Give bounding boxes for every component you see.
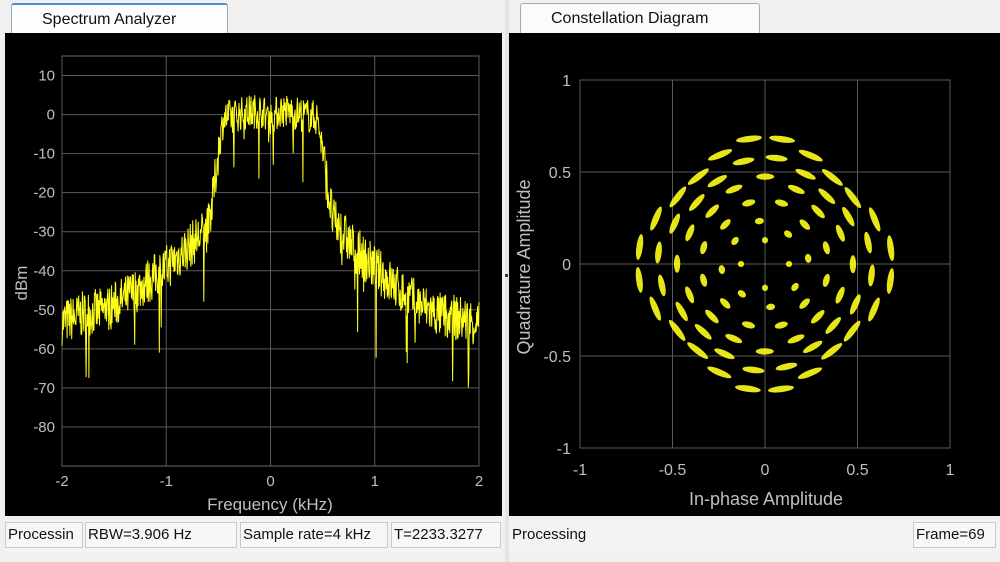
x-tick-label: -1 <box>573 462 587 479</box>
spectrum-status-bar: Processin RBW=3.906 Hz Sample rate=4 kHz… <box>5 520 502 552</box>
y-tick-label: 0.5 <box>549 165 571 182</box>
spectrum-xlabel: Frequency (kHz) <box>207 495 333 514</box>
sample-rate-status: Sample rate=4 kHz <box>240 522 388 548</box>
constellation-point <box>755 348 774 355</box>
processing-status: Processin <box>5 522 83 548</box>
spectrum-y-ticks: 10 0 -10 -20 -30 -40 -50 -60 -70 -80 <box>33 68 55 436</box>
constellation-status-bar: Processing Frame=69 <box>509 520 1000 552</box>
tab-spectrum-analyzer[interactable]: Spectrum Analyzer <box>11 3 228 33</box>
y-tick-label: -30 <box>33 224 55 241</box>
tab-constellation-diagram[interactable]: Constellation Diagram <box>520 3 760 33</box>
y-tick-label: -10 <box>33 146 55 163</box>
x-tick-label: 1 <box>371 473 379 490</box>
constellation-ylabel: Quadrature Amplitude <box>514 179 534 354</box>
constellation-chart[interactable]: 1 0.5 0 -0.5 -1 -1 -0.5 0 0.5 1 In-phase Amplitu… <box>509 33 1000 516</box>
y-tick-label: 10 <box>38 68 55 85</box>
frame-status: Frame=69 <box>913 522 996 548</box>
x-tick-label: 0.5 <box>846 462 868 479</box>
y-tick-label: 1 <box>562 73 571 90</box>
constellation-point <box>673 254 681 273</box>
tab-label: Constellation Diagram <box>551 10 709 27</box>
spectrum-plot-area: 10 0 -10 -20 -30 -40 -50 -60 -70 -80 -2 -1 0 1 2 Freq… <box>5 33 502 516</box>
constellation-y-ticks: 1 0.5 0 -0.5 -1 <box>543 73 571 458</box>
x-tick-label: 2 <box>475 473 483 490</box>
spectrum-analyzer-panel: Spectrum Analyzer 10 0 -10 -20 -30 -40 -50 -60-… <box>0 0 505 562</box>
spectrum-x-ticks: -2 -1 0 1 2 <box>55 473 483 490</box>
y-tick-label: -60 <box>33 341 55 358</box>
y-tick-label: -50 <box>33 302 55 319</box>
y-tick-label: 0 <box>47 107 55 124</box>
y-tick-label: -0.5 <box>543 349 571 366</box>
constellation-point <box>737 261 745 267</box>
x-tick-label: 1 <box>946 462 955 479</box>
constellation-point <box>762 284 768 291</box>
y-tick-label: -70 <box>33 380 55 397</box>
rbw-status: RBW=3.906 Hz <box>85 522 237 548</box>
y-tick-label: -20 <box>33 185 55 202</box>
constellation-x-ticks: -1 -0.5 0 0.5 1 <box>573 462 955 479</box>
processing-status: Processing <box>512 526 587 543</box>
spectrum-ylabel: dBm <box>12 266 31 301</box>
x-tick-label: -2 <box>55 473 68 490</box>
time-status: T=2233.3277 <box>391 522 501 548</box>
spectrum-chart[interactable]: 100-10-20-30-40-50-60-70-80 -2 -1 0 1 2 Freq… <box>5 33 502 516</box>
constellation-xlabel: In-phase Amplitude <box>689 489 843 509</box>
constellation-point <box>849 255 857 274</box>
y-tick-label: -40 <box>33 263 55 280</box>
divider-grip-icon[interactable] <box>505 274 508 277</box>
x-tick-label: -0.5 <box>659 462 687 479</box>
constellation-point <box>756 173 775 180</box>
x-tick-label: 0 <box>761 462 770 479</box>
constellation-point <box>785 261 793 267</box>
y-tick-label: -80 <box>33 419 55 436</box>
constellation-point <box>762 237 768 244</box>
constellation-diagram-panel: Constellation Diagram 1 0.5 0 -0.5 -1 -1 -0.5… <box>509 0 1000 562</box>
constellation-plot-area: 1 0.5 0 -0.5 -1 -1 -0.5 0 0.5 1 In-phase Amplitu… <box>509 33 1000 516</box>
y-tick-label: -1 <box>557 441 571 458</box>
x-tick-label: -1 <box>160 473 173 490</box>
tab-label: Spectrum Analyzer <box>42 11 177 28</box>
x-tick-label: 0 <box>266 473 274 490</box>
y-tick-label: 0 <box>562 257 571 274</box>
